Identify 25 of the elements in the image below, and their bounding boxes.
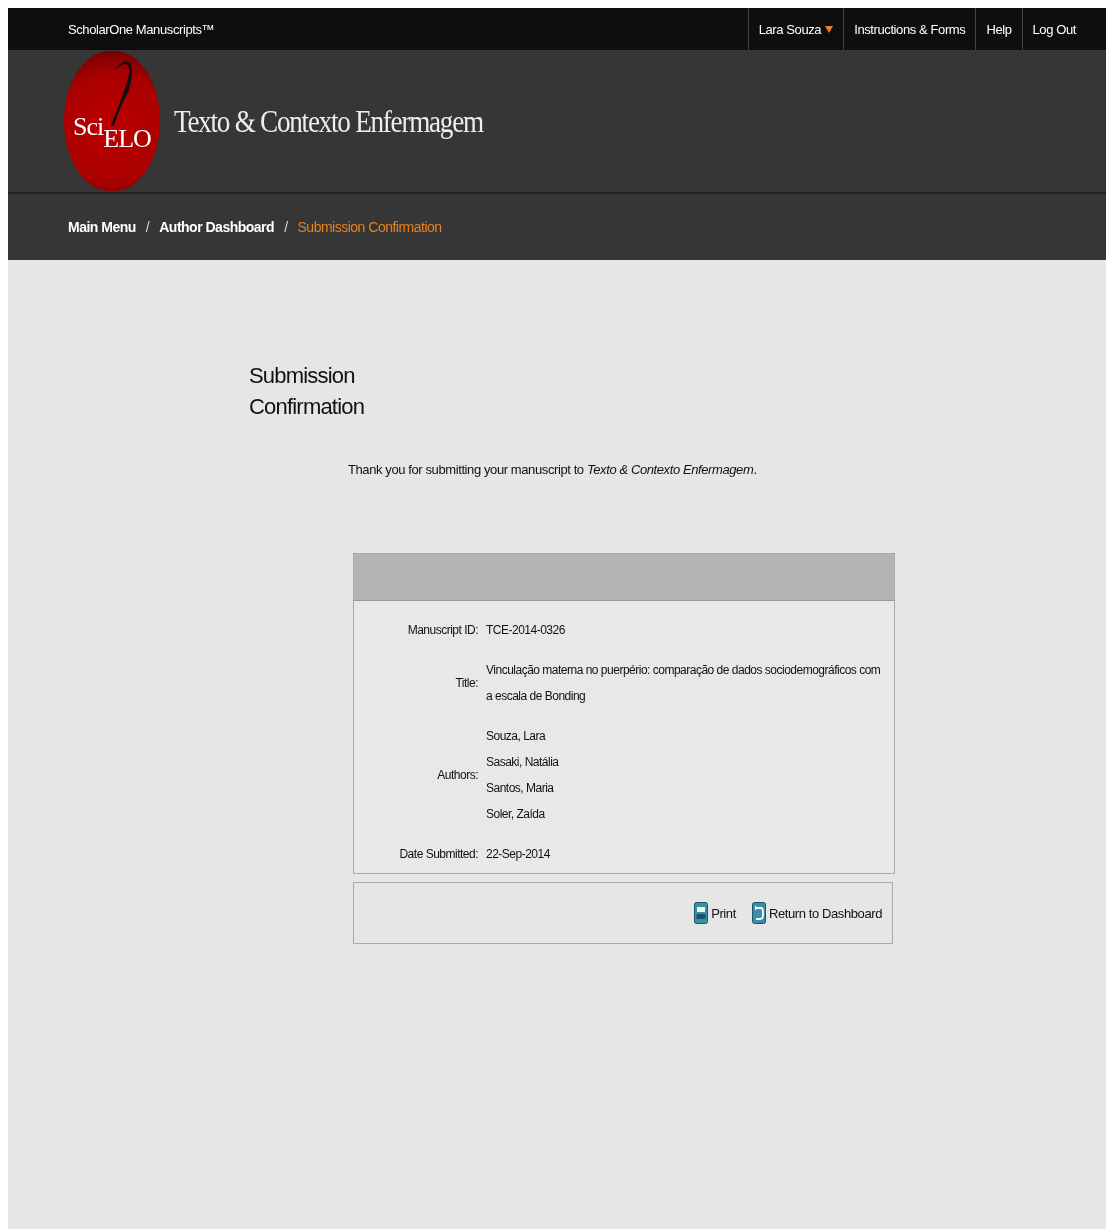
printer-icon	[694, 902, 709, 924]
caret-icon	[825, 25, 834, 33]
breadcrumb-separator: /	[284, 219, 288, 235]
journal-logo[interactable]: SciELO	[64, 51, 160, 191]
breadcrumb-separator: /	[145, 219, 150, 235]
breadcrumb-link[interactable]: Author Dashboard	[159, 219, 275, 235]
field-label: Authors:	[436, 768, 478, 782]
product-name: ScholarOne Manuscripts™	[68, 21, 215, 37]
field-value: Souza, Lara	[486, 728, 547, 745]
field-value: Santos, Maria	[486, 780, 555, 797]
field-label: Title:	[454, 676, 478, 690]
journal-title: Texto & Contexto Enfermagem	[174, 102, 483, 140]
breadcrumb-link[interactable]: Main Menu	[68, 219, 136, 235]
field-value: Soler, Zaída	[486, 806, 546, 823]
action-link[interactable]: Return to Dashboard	[751, 902, 882, 924]
field-value: Sasaki, Natália	[486, 754, 559, 771]
breadcrumb-link[interactable]: Submission Confirmation	[297, 219, 442, 235]
field-value: Vinculação materna no puerpério: comparação de dados sociodemográficos com a escala de Bonding	[486, 662, 882, 705]
confirmation-message: Thank you for submitting your manuscript to Texto & Contexto Enfermagem.	[348, 462, 758, 477]
action-link[interactable]: Print	[694, 902, 736, 924]
field-value: TCE-2014-0326	[486, 622, 565, 639]
field-label: Date Submitted:	[398, 847, 478, 861]
field-value: 22-Sep-2014	[486, 846, 550, 863]
field-label: Manuscript ID:	[406, 623, 478, 637]
page-heading: Submission Confirmation	[249, 362, 366, 421]
